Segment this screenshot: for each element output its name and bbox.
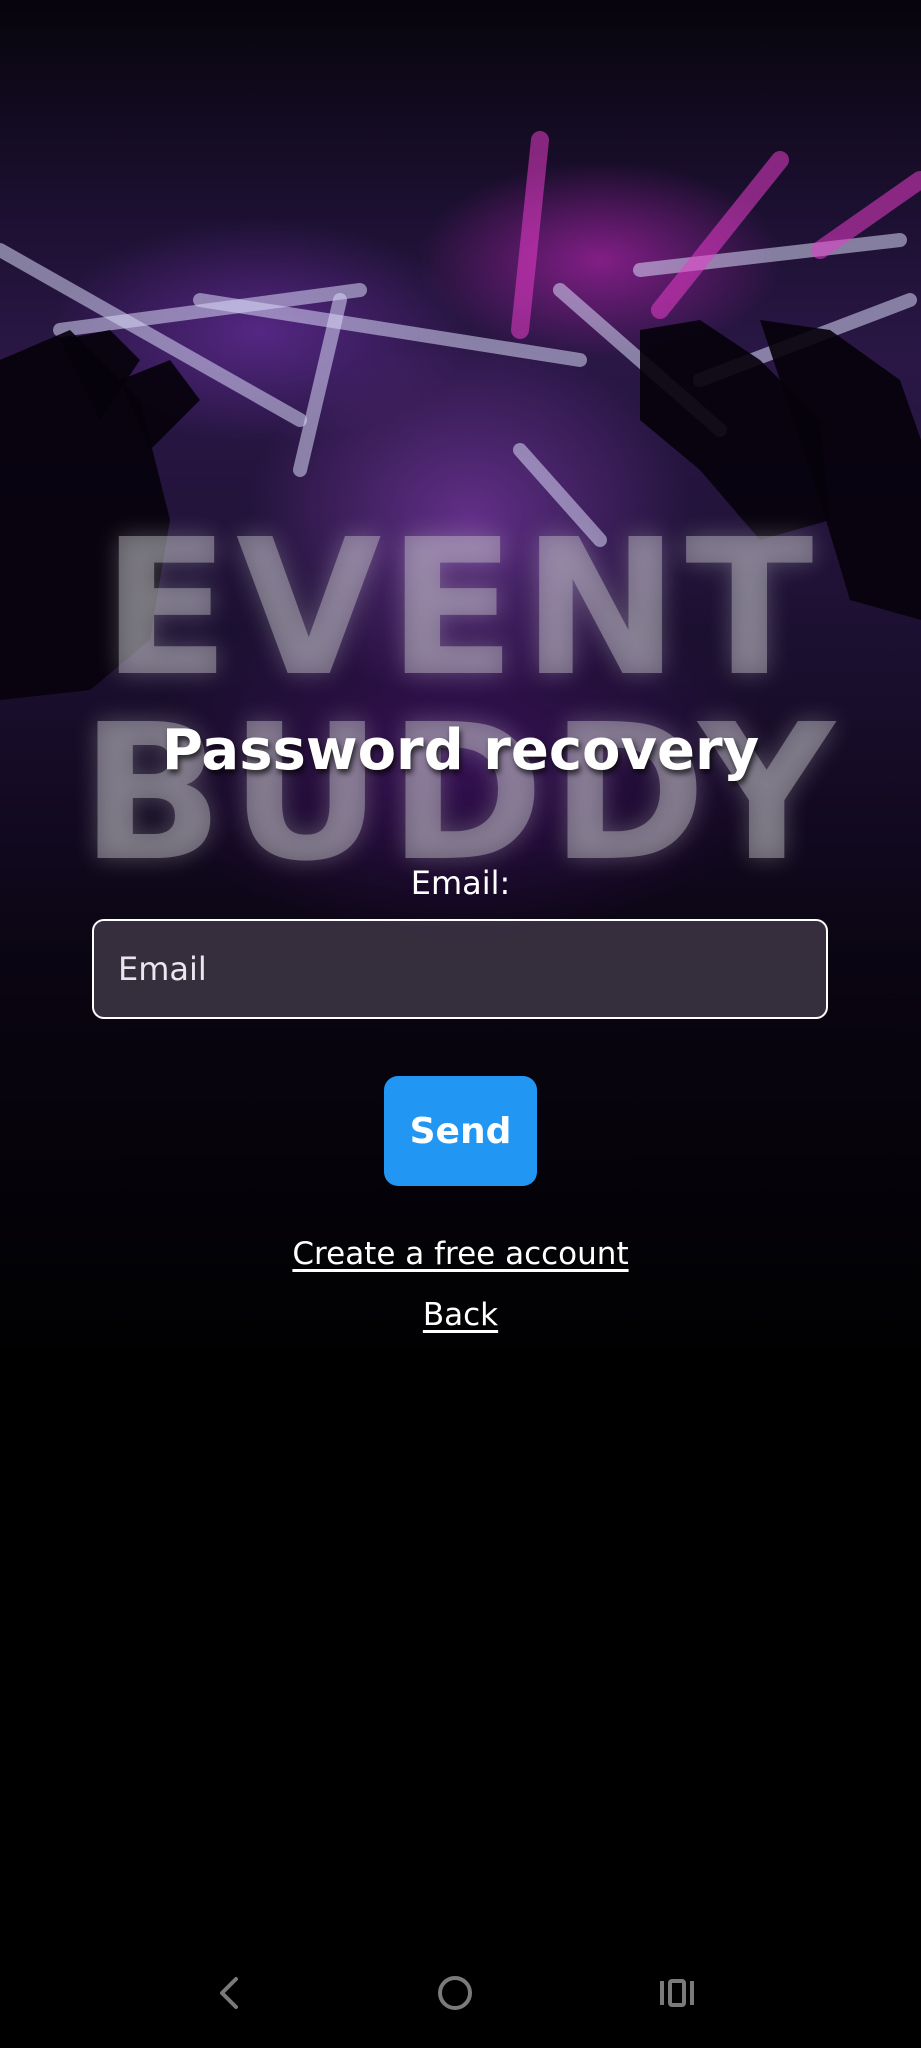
back-icon — [220, 1977, 238, 2009]
back-link[interactable]: Back — [0, 1297, 921, 1333]
email-label: Email: — [410, 864, 511, 902]
system-navigation-bar — [0, 1938, 921, 2048]
email-input[interactable] — [92, 919, 828, 1019]
nav-recent-apps-button[interactable] — [633, 1958, 723, 2028]
nav-back-button[interactable] — [185, 1958, 275, 2028]
screen: EVENT BUDDY Password recovery Email: Sen… — [0, 0, 921, 2048]
logo-watermark-event: EVENT — [101, 499, 820, 718]
recent-apps-icon — [660, 1979, 694, 2007]
page-title: Password recovery — [161, 718, 760, 783]
nav-home-button[interactable] — [410, 1958, 500, 2028]
create-account-link[interactable]: Create a free account — [0, 1236, 921, 1272]
home-icon — [438, 1976, 472, 2010]
send-button[interactable]: Send — [384, 1076, 537, 1186]
